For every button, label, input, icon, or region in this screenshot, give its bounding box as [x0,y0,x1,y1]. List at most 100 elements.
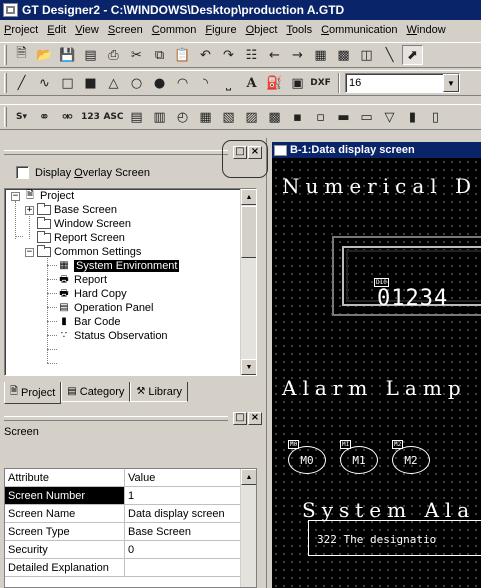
arc-icon[interactable]: ◠ [172,73,193,93]
numeric-display-frame[interactable]: D10 01234 [332,236,481,316]
filled-rectangle-icon[interactable]: ■ [80,73,101,93]
menu-item[interactable]: Edit [47,24,66,36]
attribute-cell[interactable]: Screen Number [5,487,125,504]
line-tool-icon[interactable]: ╲ [379,45,400,65]
scale-icon[interactable]: ⎵ [218,73,239,93]
tree-item-base-screen[interactable]: + Base Screen [25,203,117,217]
comment-icon[interactable]: ▥ [149,107,170,127]
tree-item-common-settings[interactable]: − Common Settings [25,245,141,259]
property-table[interactable]: Attribute Value Screen Number 1 Screen N… [4,468,257,588]
project-tree[interactable]: − 🗎 Project + Base Screen Window Screen … [4,188,257,376]
menu-item[interactable]: Project [4,24,38,36]
menu-item[interactable]: Figure [205,24,236,36]
value-cell[interactable] [125,559,242,576]
layer-icon[interactable]: ▦ [310,45,331,65]
tab-category[interactable]: ▤ Category [61,382,131,402]
cut-icon[interactable]: ✂ [126,45,147,65]
table-row[interactable]: Security 0 [5,541,256,559]
table-row[interactable]: Screen Type Base Screen [5,523,256,541]
overlay-icon[interactable]: ◫ [356,45,377,65]
numeric-display-value[interactable]: 01234 [377,286,448,311]
value-cell[interactable]: 0 [125,541,242,558]
undo-icon[interactable]: ↶ [195,45,216,65]
trend-graph-icon[interactable]: ▬ [333,107,354,127]
collapse-icon[interactable]: − [25,247,34,257]
lamp-m2[interactable]: M2 M2 [390,440,430,474]
text-icon[interactable]: A [241,73,262,93]
tree-item-status-observation[interactable]: ∵ Status Observation [57,329,168,343]
table-row[interactable]: Screen Name Data display screen [5,505,256,523]
paint-icon[interactable]: ⛽ [264,73,285,93]
parts-move-icon[interactable]: ▧ [218,107,239,127]
numeric-display-icon[interactable]: 123 [80,107,101,127]
ascii-display-icon[interactable]: ASC [103,107,124,127]
redo-icon[interactable]: ↷ [218,45,239,65]
system-alarm-heading[interactable]: System Ala [302,498,475,522]
alarm-list-icon[interactable]: ▩ [264,107,285,127]
new-file-icon[interactable]: 🗎 [11,45,32,65]
tree-item-hard-copy[interactable]: 🖶 Hard Copy [57,287,126,301]
menu-item[interactable]: Tools [286,24,312,36]
attribute-cell[interactable]: Screen Type [5,523,125,540]
menu-item[interactable]: Window [407,24,446,36]
attribute-cell[interactable]: Detailed Explanation [5,559,125,576]
dxf-icon[interactable]: DXF [310,73,331,93]
paste-icon[interactable]: 📋 [172,45,193,65]
title-bar[interactable]: GT Designer2 - C:\WINDOWS\Desktop\produc… [0,0,481,20]
tree-item-operation-panel[interactable]: ▤ Operation Panel [57,301,153,315]
lamp-m0[interactable]: M0 M0 [286,440,326,474]
lamp-bit-icon[interactable]: ⚭ [34,107,55,127]
select-pointer-icon[interactable]: ⬈ [402,45,423,65]
overlay-checkbox-box[interactable] [16,166,29,179]
numeric-display-panel[interactable]: D10 01234 [342,246,481,311]
open-folder-icon[interactable]: 📂 [34,45,55,65]
toolbar-grip[interactable] [4,45,7,65]
menu-item[interactable]: Communication [321,24,397,36]
pane-grip[interactable] [4,149,228,155]
value-cell[interactable]: Data display screen [125,505,242,522]
switch-icon[interactable]: S▾ [11,107,32,127]
menu-item[interactable]: Object [246,24,278,36]
toolbar-grip[interactable] [4,73,7,93]
forward-arrow-icon[interactable]: → [287,45,308,65]
table-row[interactable]: Screen Number 1 [5,487,256,505]
property-scrollbar[interactable]: ▲ [240,469,256,587]
tree-item-system-environment[interactable]: ▦ System Environment [57,259,180,273]
image-icon[interactable]: ▣ [287,73,308,93]
scroll-up-icon[interactable]: ▲ [241,189,256,205]
pane-grip[interactable] [4,415,228,421]
save-icon[interactable]: 💾 [57,45,78,65]
polyline-icon[interactable]: ∿ [34,73,55,93]
display-overlay-checkbox[interactable]: Display Overlay Screen [16,166,150,179]
tree-item-report-screen[interactable]: Report Screen [37,231,125,245]
copy-icon[interactable]: ⧉ [149,45,170,65]
filled-circle-icon[interactable]: ● [149,73,170,93]
expand-icon[interactable]: + [25,205,34,215]
parts-icon[interactable]: ▦ [195,107,216,127]
alarm-lamp-heading[interactable]: Alarm Lamp [282,376,467,400]
value-cell[interactable]: 1 [125,487,242,504]
level-icon[interactable]: ▫ [310,107,331,127]
data-list-icon[interactable]: ▤ [126,107,147,127]
restore-icon[interactable]: □ [233,411,247,425]
collapse-icon[interactable]: − [11,191,20,201]
tree-item-report[interactable]: 🖶 Report [57,273,107,287]
tree-item-bar-code[interactable]: ▮ Bar Code [57,315,120,329]
circle-icon[interactable]: ○ [126,73,147,93]
screen-canvas[interactable]: Numerical D D10 01234 Alarm Lamp M0 M0 M… [272,158,481,588]
lamp-word-icon[interactable]: ⚮ [57,107,78,127]
toolbar-grip[interactable] [4,107,7,127]
rectangle-icon[interactable]: □ [57,73,78,93]
clock-icon[interactable]: ◴ [172,107,193,127]
screen-list-icon[interactable]: ☷ [241,45,262,65]
numerical-heading[interactable]: Numerical D [282,174,477,198]
chevron-down-icon[interactable]: ▼ [443,74,459,92]
menu-item[interactable]: Screen [108,24,143,36]
tab-library[interactable]: ⚒ Library [130,382,188,402]
attribute-cell[interactable]: Screen Name [5,505,125,522]
app-icon[interactable] [3,3,18,17]
editor-title-bar[interactable]: B-1:Data display screen [272,142,481,158]
value-cell[interactable]: Base Screen [125,523,242,540]
print-icon[interactable]: ⎙ [103,45,124,65]
lamp-m1[interactable]: M1 M1 [338,440,378,474]
